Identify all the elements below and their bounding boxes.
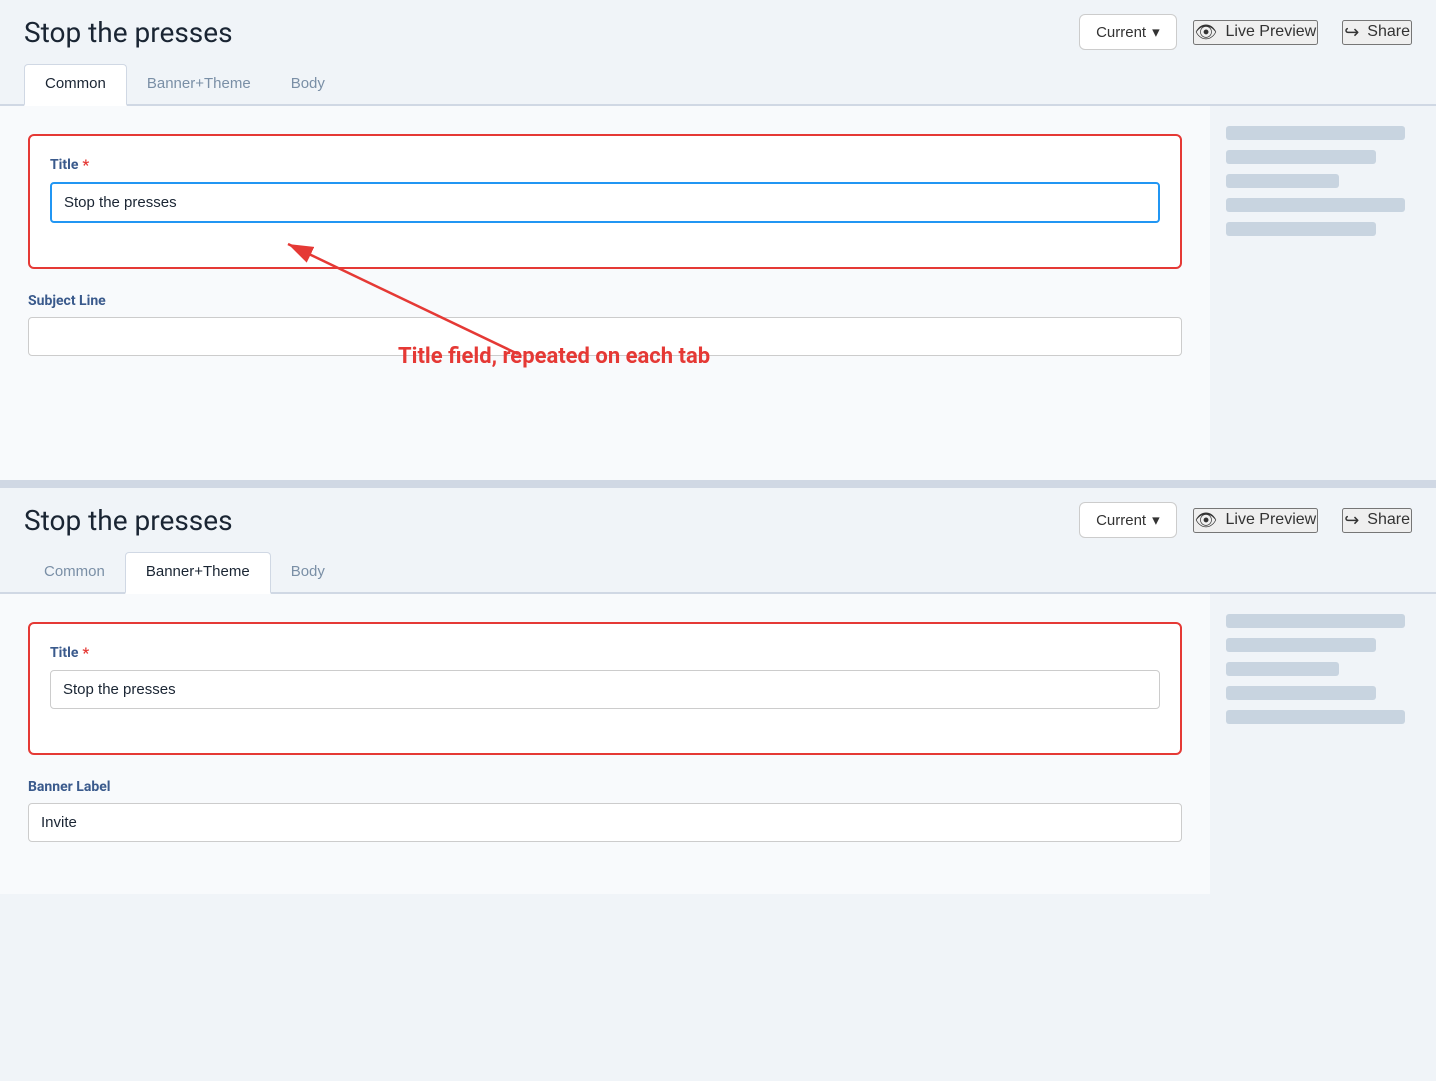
current-dropdown-btn-1[interactable]: Current ▾	[1079, 14, 1177, 50]
banner-label-input[interactable]	[28, 803, 1182, 842]
banner-label-label: Banner Label	[28, 779, 1182, 795]
page-title-2: Stop the presses	[24, 504, 1063, 537]
tab-common-2[interactable]: Common	[24, 553, 125, 592]
header-actions-2: 👁 Live Preview ↪ Share	[1193, 508, 1412, 533]
live-preview-btn-1[interactable]: 👁 Live Preview	[1193, 20, 1319, 45]
title-field-group-2: Title *	[50, 644, 1160, 709]
title-label-2: Title *	[50, 644, 1160, 662]
share-icon-1: ↪	[1344, 22, 1359, 43]
sidebar-line	[1226, 126, 1405, 140]
tab-banner-theme-1[interactable]: Banner+Theme	[127, 65, 271, 104]
title-input-1[interactable]	[50, 182, 1160, 223]
title-card-2: Title *	[28, 622, 1182, 755]
content-area-1: Title *	[0, 106, 1210, 480]
chevron-down-icon-1: ▾	[1152, 23, 1160, 41]
share-label-1: Share	[1367, 23, 1410, 41]
header-2: Stop the presses Current ▾ 👁 Live Previe…	[0, 488, 1436, 552]
tab-common-1[interactable]: Common	[24, 64, 127, 106]
eye-icon-2: 👁	[1195, 510, 1218, 531]
sidebar-line	[1226, 614, 1405, 628]
current-label-1: Current	[1096, 24, 1146, 41]
eye-icon-1: 👁	[1195, 22, 1218, 43]
content-area-2: Title * Banner Label	[0, 594, 1210, 894]
share-icon-2: ↪	[1344, 510, 1359, 531]
sidebar-line	[1226, 198, 1405, 212]
sidebar-line	[1226, 662, 1339, 676]
share-label-2: Share	[1367, 511, 1410, 529]
panel-divider	[0, 480, 1436, 488]
page-title-1: Stop the presses	[24, 16, 1063, 49]
tabs-bar-1: Common Banner+Theme Body	[0, 64, 1436, 106]
main-content-1: Title *	[0, 106, 1210, 480]
current-dropdown-btn-2[interactable]: Current ▾	[1079, 502, 1177, 538]
annotation-area: Title *	[28, 134, 1182, 269]
annotation-text: Title field, repeated on each tab	[398, 344, 848, 370]
title-label-1: Title *	[50, 156, 1160, 174]
main-layout-2: Title * Banner Label	[0, 594, 1436, 894]
panel-1: Stop the presses Current ▾ 👁 Live Previe…	[0, 0, 1436, 480]
required-star-2: *	[82, 644, 89, 662]
live-preview-label-1: Live Preview	[1226, 23, 1317, 41]
subject-line-label-1: Subject Line	[28, 293, 1182, 309]
required-star-1: *	[82, 156, 89, 174]
right-sidebar-2	[1210, 594, 1430, 894]
title-field-group-1: Title *	[50, 156, 1160, 223]
title-input-2[interactable]	[50, 670, 1160, 709]
share-btn-2[interactable]: ↪ Share	[1342, 508, 1412, 533]
header-1: Stop the presses Current ▾ 👁 Live Previe…	[0, 0, 1436, 64]
tabs-bar-2: Common Banner+Theme Body	[0, 552, 1436, 594]
sidebar-line	[1226, 222, 1376, 236]
tab-body-2[interactable]: Body	[271, 553, 345, 592]
sidebar-line	[1226, 710, 1405, 724]
sidebar-line	[1226, 638, 1376, 652]
live-preview-btn-2[interactable]: 👁 Live Preview	[1193, 508, 1319, 533]
tab-body-1[interactable]: Body	[271, 65, 345, 104]
banner-label-field-group: Banner Label	[28, 779, 1182, 842]
header-actions-1: 👁 Live Preview ↪ Share	[1193, 20, 1412, 45]
share-btn-1[interactable]: ↪ Share	[1342, 20, 1412, 45]
tab-banner-theme-2[interactable]: Banner+Theme	[125, 552, 271, 594]
sidebar-line	[1226, 686, 1376, 700]
panel-2: Stop the presses Current ▾ 👁 Live Previe…	[0, 488, 1436, 894]
current-label-2: Current	[1096, 512, 1146, 529]
main-content-2: Title * Banner Label	[0, 594, 1210, 894]
right-sidebar-1	[1210, 106, 1430, 480]
title-card-1: Title *	[28, 134, 1182, 269]
chevron-down-icon-2: ▾	[1152, 511, 1160, 529]
sidebar-line	[1226, 150, 1376, 164]
sidebar-line	[1226, 174, 1339, 188]
main-layout-1: Title *	[0, 106, 1436, 480]
live-preview-label-2: Live Preview	[1226, 511, 1317, 529]
